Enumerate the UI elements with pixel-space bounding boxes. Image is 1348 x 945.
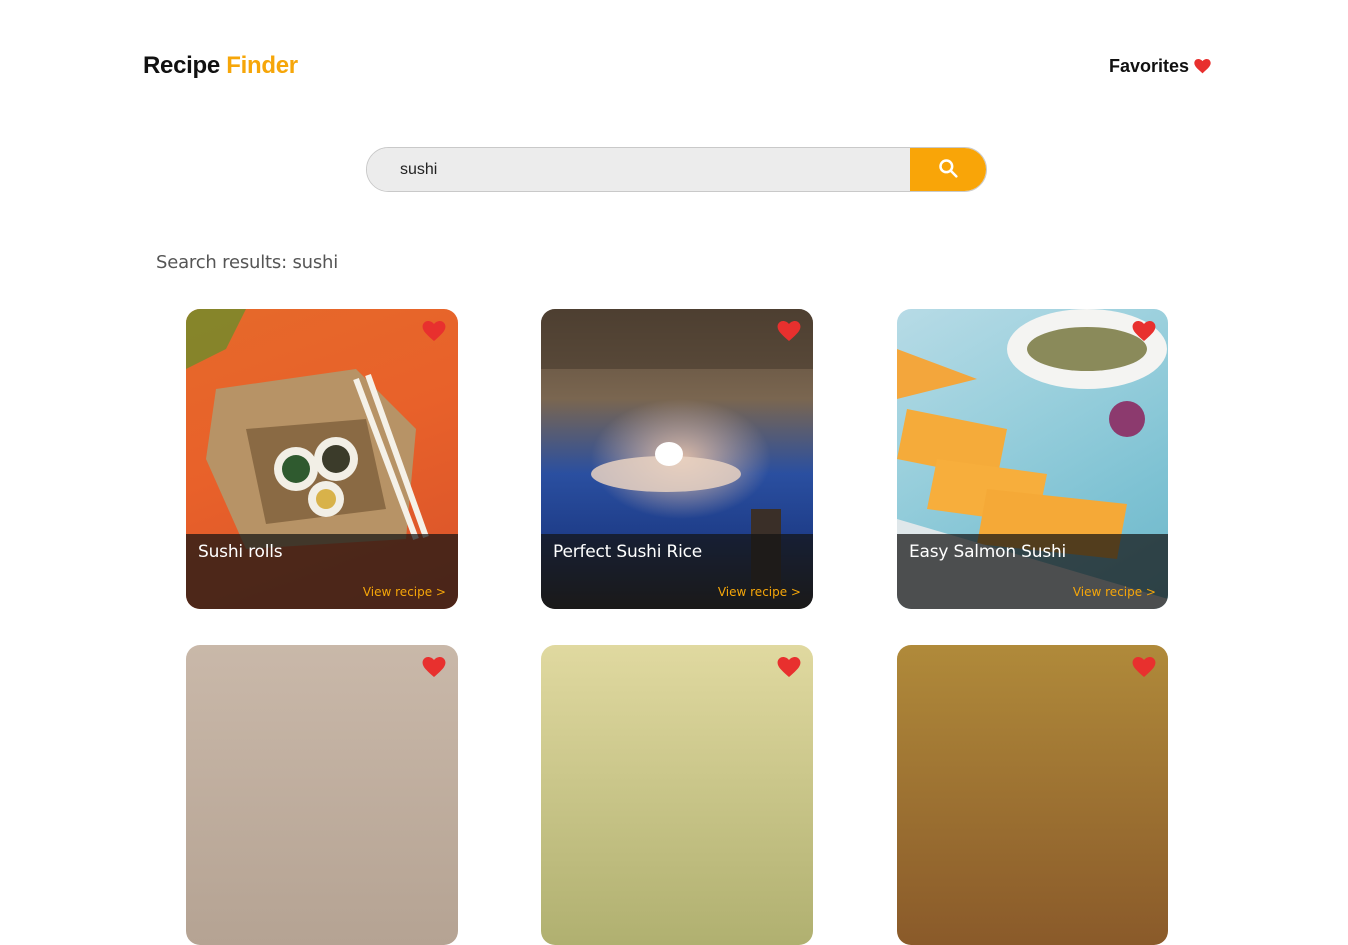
heart-icon [1194,59,1211,74]
recipe-card[interactable]: Perfect Sushi Rice View recipe > [541,309,813,609]
favorite-toggle[interactable] [1132,657,1156,683]
search-icon [938,158,958,181]
view-recipe-link[interactable]: View recipe > [718,585,801,599]
favorites-label: Favorites [1108,56,1189,76]
favorites-link[interactable]: Favorites [1109,56,1211,77]
recipe-title: Easy Salmon Sushi [909,542,1067,562]
heart-icon [777,321,801,346]
recipe-card[interactable] [897,645,1168,945]
view-recipe-link[interactable]: View recipe > [363,585,446,599]
recipe-image [541,645,813,945]
recipe-card[interactable]: Sushi rolls View recipe > [186,309,458,609]
header: Recipe Finder Favorites [143,52,1213,86]
search-input[interactable] [367,148,910,191]
card-overlay: Perfect Sushi Rice View recipe > [541,534,813,609]
results-title: Search results: sushi [156,252,339,273]
view-recipe-link[interactable]: View recipe > [1073,585,1156,599]
heart-icon [1132,657,1156,682]
recipe-image [897,645,1168,945]
heart-icon [777,657,801,682]
recipe-title: Sushi rolls [198,542,283,562]
recipe-image [186,645,458,945]
heart-icon [422,657,446,682]
favorite-toggle[interactable] [1132,321,1156,347]
card-overlay: Easy Salmon Sushi View recipe > [897,534,1168,609]
recipe-card[interactable]: Easy Salmon Sushi View recipe > [897,309,1168,609]
card-overlay: Sushi rolls View recipe > [186,534,458,609]
favorite-toggle[interactable] [422,657,446,683]
search-button[interactable] [910,148,986,191]
favorite-toggle[interactable] [777,657,801,683]
logo[interactable]: Recipe Finder [143,52,298,80]
search-bar [366,147,987,192]
favorite-toggle[interactable] [777,321,801,347]
heart-icon [1132,321,1156,346]
logo-text-finder: Finder [226,52,298,79]
recipe-card[interactable] [541,645,813,945]
favorite-toggle[interactable] [422,321,446,347]
recipe-card[interactable] [186,645,458,945]
logo-text-recipe: Recipe [143,52,220,79]
recipe-title: Perfect Sushi Rice [553,542,703,562]
heart-icon [422,321,446,346]
